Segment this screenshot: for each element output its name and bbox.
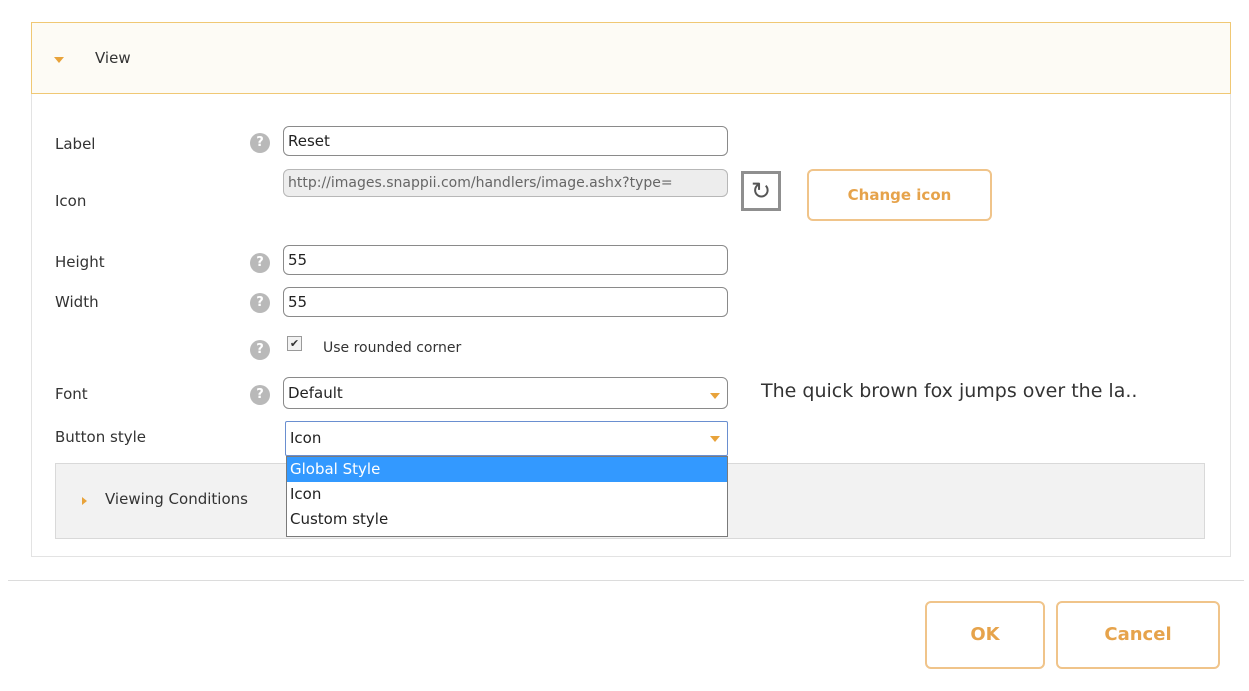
height-input[interactable]: 55 — [283, 245, 728, 275]
font-field-label: Font — [55, 385, 88, 403]
help-icon[interactable]: ? — [250, 253, 270, 273]
view-section-title: View — [95, 49, 131, 67]
icon-url-input: http://images.snappii.com/handlers/image… — [283, 169, 728, 197]
expand-triangle-icon[interactable] — [82, 497, 87, 505]
dropdown-option-icon[interactable]: Icon — [287, 482, 727, 507]
checkmark-icon: ✔ — [289, 337, 300, 350]
rounded-corner-checkbox[interactable]: ✔ — [287, 336, 302, 351]
help-icon[interactable]: ? — [250, 385, 270, 405]
label-input[interactable]: Reset — [283, 126, 728, 156]
rounded-corner-label[interactable]: Use rounded corner — [323, 340, 461, 356]
font-preview-text: The quick brown fox jumps over the la.. — [761, 380, 1138, 402]
font-select-value: Default — [288, 384, 343, 402]
icon-field-label: Icon — [55, 192, 87, 210]
font-select[interactable]: Default — [283, 377, 728, 409]
button-style-dropdown[interactable]: Global Style Icon Custom style — [286, 456, 728, 537]
help-icon[interactable]: ? — [250, 133, 270, 153]
refresh-icon: ↻ — [750, 177, 772, 205]
dropdown-option-custom-style[interactable]: Custom style — [287, 507, 727, 532]
help-icon[interactable]: ? — [250, 340, 270, 360]
footer-divider — [8, 580, 1244, 581]
label-field-label: Label — [55, 135, 96, 153]
dropdown-option-global-style[interactable]: Global Style — [287, 457, 727, 482]
collapse-triangle-icon[interactable] — [54, 57, 64, 63]
ok-button[interactable]: OK — [925, 601, 1045, 669]
height-field-label: Height — [55, 253, 105, 271]
cancel-button[interactable]: Cancel — [1056, 601, 1220, 669]
width-field-label: Width — [55, 293, 99, 311]
button-style-select[interactable]: Icon — [285, 421, 728, 456]
width-input[interactable]: 55 — [283, 287, 728, 317]
button-style-select-value: Icon — [290, 429, 322, 447]
refresh-icon-button[interactable]: ↻ — [741, 171, 781, 211]
button-style-field-label: Button style — [55, 428, 146, 446]
change-icon-button[interactable]: Change icon — [807, 169, 992, 221]
view-section-header[interactable] — [31, 22, 1231, 94]
help-icon[interactable]: ? — [250, 293, 270, 313]
chevron-down-icon — [710, 436, 720, 442]
viewing-conditions-title[interactable]: Viewing Conditions — [105, 490, 286, 508]
chevron-down-icon — [710, 393, 720, 399]
